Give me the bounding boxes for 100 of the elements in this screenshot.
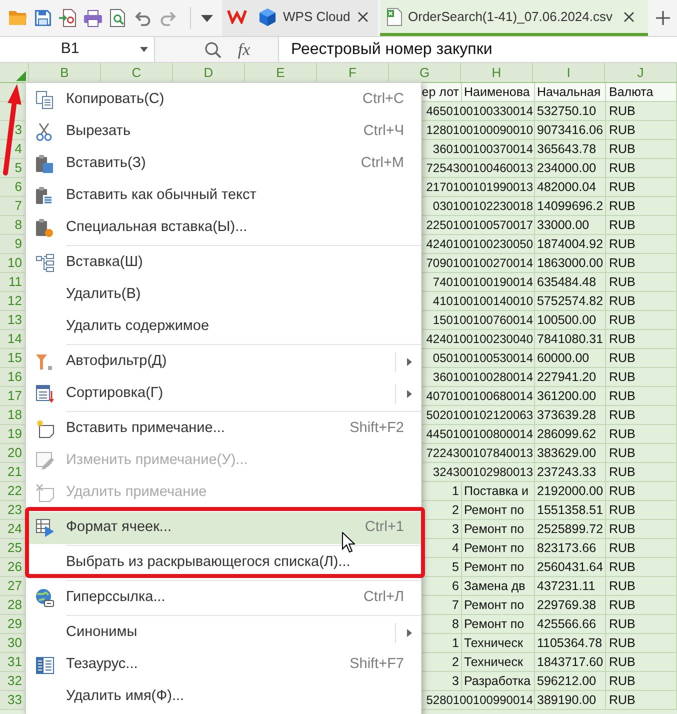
row-header[interactable]: 10 — [0, 254, 25, 273]
menu-item[interactable]: Гиперссылка... Ctrl+Л — [26, 582, 421, 614]
menu-item[interactable]: Формат ячеек... Ctrl+1 — [26, 512, 421, 544]
table-cell: 383629.00 — [535, 444, 606, 463]
logo-icon — [227, 9, 247, 24]
table-cell: 229769.38 — [535, 596, 606, 615]
row-header[interactable]: 19 — [0, 425, 25, 444]
table-cell: 1 — [422, 634, 462, 653]
magnifier-icon[interactable] — [205, 42, 221, 58]
row-header[interactable]: 33 — [0, 691, 25, 710]
row-header[interactable]: 23 — [0, 501, 25, 520]
row-header[interactable]: 12 — [0, 292, 25, 311]
menu-item[interactable]: Вставка(Ш) — [26, 247, 421, 279]
document-arrow-icon[interactable] — [59, 9, 76, 27]
row-header[interactable]: 8 — [0, 216, 25, 235]
row-header[interactable]: 6 — [0, 178, 25, 197]
row-header[interactable]: 13 — [0, 311, 25, 330]
table-cell: RUB — [606, 539, 677, 558]
insert-function-button[interactable]: fx — [238, 41, 250, 58]
menu-item[interactable]: Вставить примечание... Shift+F2 — [26, 413, 421, 445]
row-header[interactable]: 20 — [0, 444, 25, 463]
menu-item[interactable]: Тезаурус... Shift+F7 — [26, 649, 421, 681]
table-cell: 361200.00 — [535, 387, 606, 406]
table-cell: 360100100280014 — [422, 368, 535, 387]
menu-item[interactable]: Сортировка(Г) — [26, 378, 421, 410]
table-cell: 1551358.51 — [535, 501, 606, 520]
table-cell: 234000.00 — [535, 159, 606, 178]
table-cell: RUB — [606, 482, 677, 501]
table-cell: 823173.66 — [535, 539, 606, 558]
menu-item[interactable]: Вставить как обычный текст — [26, 180, 421, 212]
table-cell: 4 — [422, 539, 462, 558]
row-header[interactable]: 14 — [0, 330, 25, 349]
caret-icon[interactable] — [200, 14, 212, 22]
row-header[interactable]: 11 — [0, 273, 25, 292]
row-header[interactable]: 32 — [0, 672, 25, 691]
table-cell: 7254300100460013 — [422, 159, 535, 178]
row-header[interactable]: 25 — [0, 539, 25, 558]
document-magnifier-icon[interactable] — [110, 9, 125, 27]
column-header[interactable]: I — [533, 63, 605, 82]
table-cell: 237243.33 — [535, 463, 606, 482]
row-header[interactable]: 28 — [0, 596, 25, 615]
table-cell: 227941.20 — [535, 368, 606, 387]
note-pencil-icon — [36, 452, 54, 470]
tab[interactable]: OrderSearch(1-41)_07.06.2024.csv — [380, 0, 648, 36]
table-cell: 635484.48 — [535, 273, 606, 292]
formula-field[interactable]: Реестровый номер закупки — [278, 37, 677, 62]
column-header[interactable]: J — [605, 63, 677, 82]
menu-item[interactable]: Специальная вставка(Ы)... — [26, 212, 421, 244]
table-cell: Ремонт по — [462, 539, 535, 558]
table-cell: RUB — [606, 672, 677, 691]
spreadsheet-file-icon — [387, 8, 402, 26]
undo-icon[interactable] — [134, 10, 150, 26]
submenu-arrow-icon — [407, 390, 412, 398]
row-header[interactable]: 16 — [0, 368, 25, 387]
table-cell: 1280100100090010 — [422, 121, 535, 140]
caret-icon[interactable] — [140, 47, 148, 52]
row-header[interactable]: 31 — [0, 653, 25, 672]
row-header[interactable]: 15 — [0, 349, 25, 368]
column-header[interactable]: H — [461, 63, 533, 82]
menu-item[interactable]: Вырезать Ctrl+Ч — [26, 116, 421, 148]
cell-reference-field[interactable]: B1 — [0, 37, 155, 62]
table-cell: 2250100100570017 — [422, 216, 535, 235]
row-header[interactable]: 7 — [0, 197, 25, 216]
row-header[interactable]: 21 — [0, 463, 25, 482]
row-header[interactable]: 9 — [0, 235, 25, 254]
table-cell: 33000.00 — [535, 216, 606, 235]
menu-item[interactable]: Автофильтр(Д) — [26, 346, 421, 378]
note-sparkle-icon — [36, 420, 54, 438]
menu-item[interactable]: Синонимы — [26, 617, 421, 649]
table-cell: 150100100760014 — [422, 311, 535, 330]
tab[interactable]: WPS Cloud — [252, 0, 378, 36]
close-icon[interactable] — [358, 12, 368, 22]
table-cell: Ремонт по — [462, 596, 535, 615]
printer-icon[interactable] — [84, 10, 102, 26]
row-header[interactable]: 18 — [0, 406, 25, 425]
menu-item[interactable]: Удалить имя(Ф)... — [26, 681, 421, 713]
table-cell: RUB — [606, 368, 677, 387]
row-header[interactable]: 22 — [0, 482, 25, 501]
menu-item[interactable]: Вставить(З) Ctrl+М — [26, 148, 421, 180]
menu-item[interactable]: Копировать(С) Ctrl+С — [26, 84, 421, 116]
row-header[interactable]: 27 — [0, 577, 25, 596]
table-cell: 1 — [422, 482, 462, 501]
table-cell: 9073416.06 — [535, 121, 606, 140]
row-header[interactable]: 24 — [0, 520, 25, 539]
home-tab[interactable] — [222, 0, 252, 36]
menu-item[interactable]: Удалить(В) — [26, 279, 421, 311]
table-cell: 5020100102120063 — [422, 406, 535, 425]
funnel-icon — [36, 354, 52, 370]
plus-icon[interactable] — [656, 11, 670, 25]
close-icon[interactable] — [624, 12, 634, 22]
row-header[interactable]: 26 — [0, 558, 25, 577]
table-cell: RUB — [606, 406, 677, 425]
menu-item[interactable]: Удалить содержимое — [26, 311, 421, 343]
table-cell: Поставка и — [462, 482, 535, 501]
row-header[interactable]: 17 — [0, 387, 25, 406]
row-header[interactable]: 29 — [0, 615, 25, 634]
save-icon[interactable] — [34, 10, 50, 26]
row-header[interactable]: 30 — [0, 634, 25, 653]
shortcut-text: Shift+F2 — [350, 419, 405, 438]
table-cell: 1105364.78 — [535, 634, 606, 653]
